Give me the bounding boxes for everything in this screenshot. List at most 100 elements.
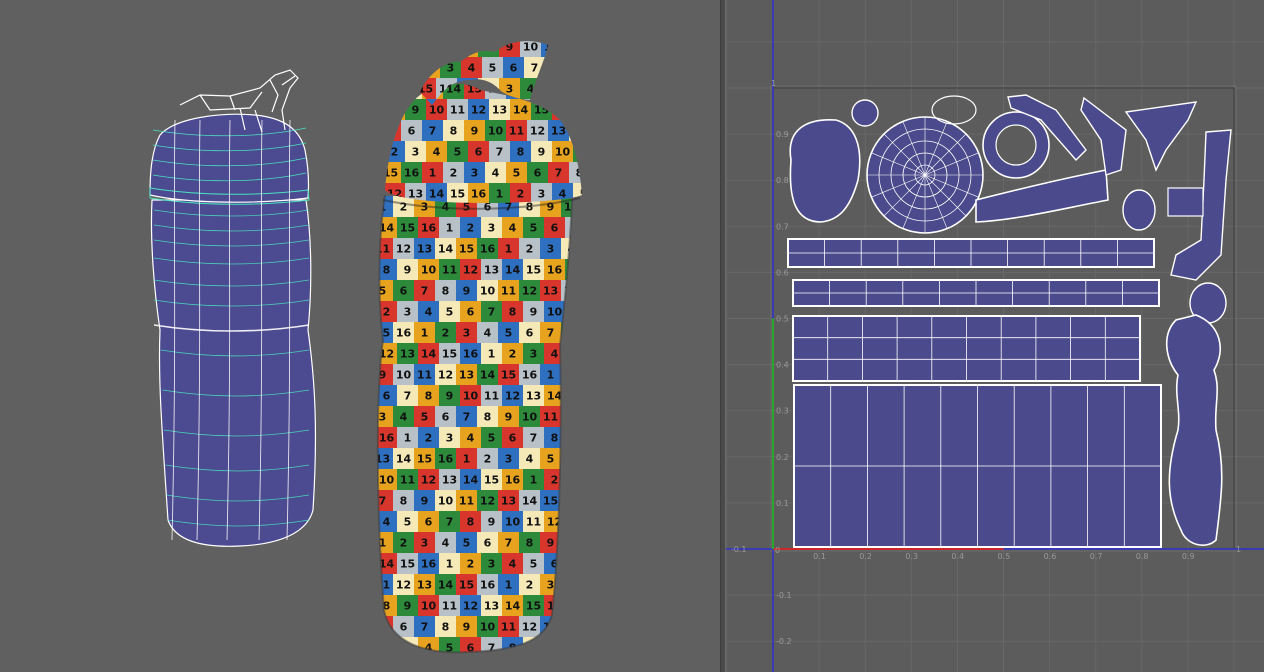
checker-tile-number: 14 bbox=[396, 453, 412, 466]
checker-tile-number: 9 bbox=[463, 285, 471, 298]
checker-tile bbox=[401, 83, 422, 99]
checker-tile bbox=[573, 183, 582, 204]
checker-tile bbox=[561, 490, 572, 511]
checker-tile-number: 3 bbox=[488, 558, 496, 571]
checker-tile-number: 6 bbox=[408, 125, 416, 138]
checker-tile-number: 11 bbox=[543, 411, 558, 424]
uv-shell-small-rect bbox=[1167, 187, 1204, 217]
checker-tile-number: 12 bbox=[438, 369, 453, 382]
checker-tile-number: 5 bbox=[547, 453, 555, 466]
checker-tile-number: 4 bbox=[383, 516, 391, 529]
checker-tile-number: 11 bbox=[375, 243, 390, 256]
checker-tile bbox=[565, 637, 572, 653]
v-tick-label: 0.6 bbox=[776, 268, 789, 277]
checker-tile-number: 7 bbox=[572, 558, 580, 571]
checker-tile bbox=[478, 40, 499, 57]
checker-tile-number: 7 bbox=[464, 41, 472, 54]
checker-tile-number: 1 bbox=[496, 188, 504, 201]
checker-tile-number: 2 bbox=[383, 306, 391, 319]
v-tick-label: 0.2 bbox=[776, 453, 789, 462]
checker-tile-number: 13 bbox=[543, 621, 558, 634]
checker-tile bbox=[385, 120, 401, 141]
checker-tile-number: 4 bbox=[442, 537, 450, 550]
uv-shell-handle-loop bbox=[789, 119, 861, 223]
checker-tile-number: 3 bbox=[488, 222, 496, 235]
checker-tile-number: 10 bbox=[522, 411, 538, 424]
checker-tile-number: 1 bbox=[580, 104, 588, 117]
checker-tile-number: 12 bbox=[530, 125, 545, 138]
checker-tile-number: 15 bbox=[459, 243, 474, 256]
checker-tile-number: 5 bbox=[422, 41, 430, 54]
checker-tile-number: 8 bbox=[485, 41, 493, 54]
checker-tile-number: 11 bbox=[568, 306, 583, 319]
u-tick-label: 0.9 bbox=[1182, 552, 1195, 561]
checker-tile-number: 16 bbox=[480, 579, 496, 592]
checker-tile-number: 15 bbox=[442, 348, 457, 361]
checker-tile-number: 10 bbox=[555, 146, 571, 159]
checker-tile-number: 9 bbox=[471, 125, 479, 138]
checker-tile-number: 9 bbox=[404, 264, 412, 277]
checker-tile-number: 5 bbox=[505, 327, 513, 340]
checker-tile-number: 7 bbox=[421, 621, 429, 634]
checker-tile-number: 12 bbox=[396, 579, 411, 592]
checker-tile-number: 11 bbox=[544, 41, 559, 54]
checker-tile-number: 5 bbox=[580, 188, 588, 201]
checker-tile-number: 11 bbox=[568, 642, 583, 655]
checker-tile-number: 6 bbox=[400, 285, 408, 298]
checker-tile-number: 11 bbox=[501, 621, 516, 634]
uv-shell-body bbox=[793, 384, 1162, 548]
checker-tile-number: 16 bbox=[522, 369, 538, 382]
checker-tile-number: 16 bbox=[421, 558, 437, 571]
checker-tile-number: 4 bbox=[492, 167, 500, 180]
checker-tile-number: 12 bbox=[547, 516, 562, 529]
wireframe-bottle-model[interactable] bbox=[149, 69, 317, 547]
checker-tile bbox=[377, 637, 397, 653]
checker-tile-number: 13 bbox=[417, 579, 432, 592]
uv-editor-canvas[interactable]: 0.1 0.2 0.3 0.4 0.5 0.6 0.7 0.8 0.9 0.9 0.8 0.7 0.6 0… bbox=[726, 0, 1264, 672]
checker-tile-number: 14 bbox=[429, 188, 445, 201]
checker-tile-number: 6 bbox=[425, 516, 433, 529]
checker-tile-number: 5 bbox=[530, 222, 538, 235]
checker-tile-number: 9 bbox=[538, 146, 546, 159]
checker-tile-number: 5 bbox=[548, 83, 556, 96]
checker-tile-number: 8 bbox=[425, 390, 433, 403]
checker-tile-number: 3 bbox=[547, 579, 555, 592]
checker-tile-number: 7 bbox=[421, 285, 429, 298]
checker-tile-number: 10 bbox=[523, 41, 539, 54]
uv-shell-curved-strip bbox=[975, 169, 1109, 223]
uv-shell-strip-1 bbox=[787, 238, 1155, 268]
checker-tile bbox=[565, 595, 572, 616]
viewport-canvas[interactable]: 1 2 3 4 5 6 7 8 9 1014 15 16 1 2 3 4 5 6 711 12 13 14 15 16 1 2 3 4… bbox=[0, 0, 720, 672]
checker-tile bbox=[397, 637, 418, 653]
checker-tile-number: 10 bbox=[429, 104, 445, 117]
checker-tile bbox=[544, 637, 565, 653]
checker-tile-number: 2 bbox=[391, 146, 399, 159]
checker-tile-number: 3 bbox=[463, 327, 471, 340]
checker-tile-number: 8 bbox=[450, 125, 458, 138]
checker-tile-number: 10 bbox=[379, 474, 395, 487]
checker-tile-number: 14 bbox=[438, 243, 454, 256]
checker-tile-number: 16 bbox=[480, 243, 496, 256]
checker-tile bbox=[565, 427, 572, 448]
checker-tile-number: 13 bbox=[568, 516, 583, 529]
checker-tile-number: 5 bbox=[446, 306, 454, 319]
checker-tile-number: 10 bbox=[421, 264, 437, 277]
checker-tile-number: 8 bbox=[391, 104, 399, 117]
uv-editor-panel[interactable]: 0.1 0.2 0.3 0.4 0.5 0.6 0.7 0.8 0.9 0.9 0.8 0.7 0.6 0… bbox=[726, 0, 1264, 672]
checker-tile-number: 7 bbox=[446, 516, 454, 529]
checker-tile-number: 8 bbox=[442, 285, 450, 298]
checker-tile-number: 6 bbox=[568, 453, 576, 466]
perspective-viewport[interactable]: 1 2 3 4 5 6 7 8 9 10 14 15 16 1 2 3 4 5 6 7 11 12 13 14 15 16 1 2 3 4… bbox=[0, 0, 720, 672]
checker-tile-number: 6 bbox=[442, 411, 450, 424]
checker-tile bbox=[541, 78, 548, 99]
uv-shell-spout-c bbox=[1124, 101, 1198, 172]
checker-tile bbox=[569, 83, 582, 99]
checker-tile-number: 6 bbox=[383, 390, 391, 403]
checker-textured-bottle-model[interactable]: 1 2 3 4 5 6 7 8 9 1014 15 16 1 2 3 4 5 6 711 12 13 14 15 16 1 2 3 4… bbox=[372, 36, 594, 658]
checker-tile-number: 4 bbox=[433, 146, 441, 159]
checker-tile-number: 5 bbox=[572, 348, 580, 361]
checker-tile-number: 7 bbox=[379, 495, 387, 508]
checker-tile-number: 11 bbox=[442, 600, 457, 613]
checker-tile-number: 11 bbox=[484, 390, 499, 403]
checker-tile-number: 16 bbox=[555, 104, 571, 117]
